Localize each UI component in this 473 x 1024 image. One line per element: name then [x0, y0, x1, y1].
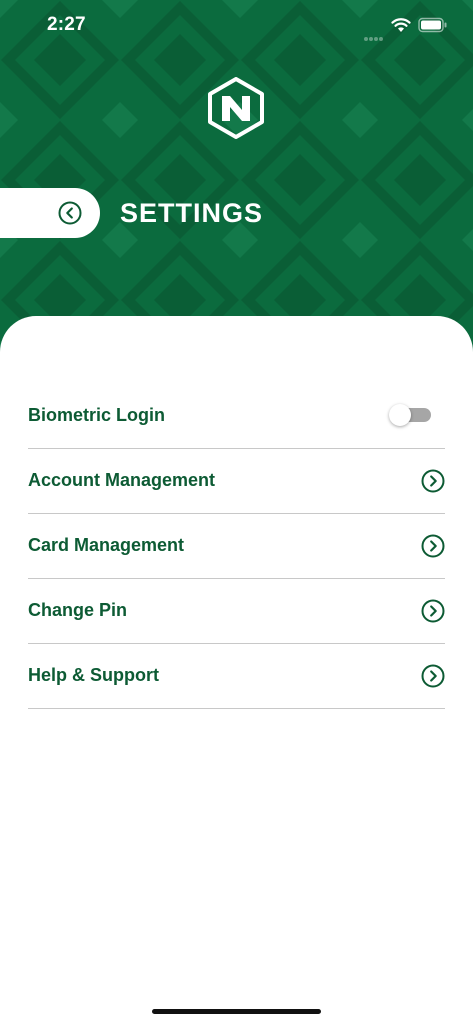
chevron-right-circle-icon	[421, 469, 445, 493]
settings-item-label: Change Pin	[28, 600, 128, 620]
status-time: 2:27	[47, 14, 86, 35]
status-bar: 2:27	[0, 0, 473, 52]
settings-item-account-management[interactable]: Account Management	[28, 449, 445, 514]
settings-item-label: Account Management	[28, 470, 216, 490]
settings-item-change-pin[interactable]: Change Pin	[28, 579, 445, 644]
settings-list: Biometric Login Account Management Card …	[28, 384, 445, 709]
header-banner: 2:27 SETTINGS	[0, 0, 473, 360]
chevron-right-circle-icon	[421, 664, 445, 688]
settings-item-label: Biometric Login	[28, 405, 166, 425]
wifi-icon	[391, 18, 411, 32]
settings-item-biometric-login[interactable]: Biometric Login	[28, 384, 445, 449]
biometric-login-toggle[interactable]	[389, 404, 431, 426]
page-title: SETTINGS	[120, 198, 264, 228]
chevron-right-circle-icon	[421, 599, 445, 623]
bank-logo-icon	[208, 77, 264, 139]
back-button[interactable]	[0, 188, 100, 238]
home-indicator[interactable]	[152, 1009, 321, 1014]
settings-item-label: Help & Support	[28, 665, 159, 685]
settings-item-label: Card Management	[28, 535, 185, 555]
battery-icon	[418, 17, 447, 33]
cellular-signal-icon	[364, 28, 384, 46]
toggle-thumb	[389, 404, 411, 426]
chevron-right-circle-icon	[421, 534, 445, 558]
settings-item-card-management[interactable]: Card Management	[28, 514, 445, 579]
settings-item-help-support[interactable]: Help & Support	[28, 644, 445, 709]
decorative-pattern	[0, 0, 473, 360]
chevron-left-circle-icon	[58, 201, 82, 225]
